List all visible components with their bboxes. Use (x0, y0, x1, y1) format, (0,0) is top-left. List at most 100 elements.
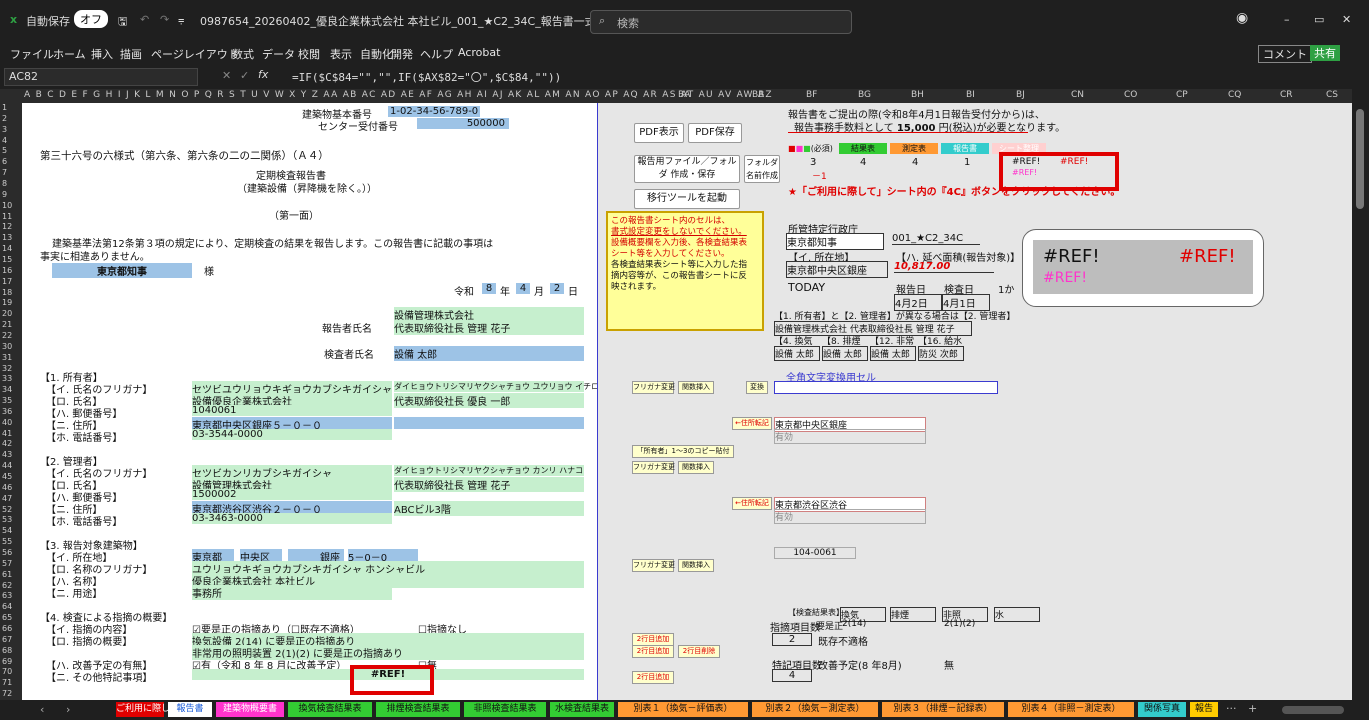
governor-cell[interactable]: 東京都知事 (52, 263, 192, 278)
sheet-tab-5[interactable]: 非照検査結果表 (464, 702, 546, 717)
folder-name-button[interactable]: フォルダ 名前作成 (744, 155, 780, 183)
sheet-tab-11[interactable]: 関係写真 (1138, 702, 1186, 717)
kana-change-button[interactable]: フリガナ変更 (632, 381, 675, 394)
row-header-4[interactable]: 4 (2, 136, 7, 147)
mgr-addr2[interactable]: ABCビル3階 (394, 501, 584, 516)
row-header-40[interactable]: 40 (2, 418, 12, 429)
del-row-button[interactable]: 2行目削除 (678, 645, 720, 658)
row-header-5[interactable]: 5 (2, 146, 7, 157)
add-row-button-3[interactable]: 2行目追加 (632, 671, 674, 684)
mgr-addr-post-button[interactable]: ←住所転記 (732, 497, 772, 510)
row-header-46[interactable]: 46 (2, 483, 12, 494)
row-header-67[interactable]: 67 (2, 635, 12, 646)
center-no[interactable]: 500000 (417, 118, 509, 129)
row-header-17[interactable]: 17 (2, 277, 12, 288)
minimize-icon[interactable]: – (1284, 13, 1290, 26)
cancel-icon[interactable]: ✕ (222, 69, 231, 82)
tab-insert[interactable]: 挿入 (91, 46, 113, 62)
mgr-zip[interactable]: 1500002 (192, 489, 392, 500)
row-header-32[interactable]: 32 (2, 364, 12, 375)
formula-input[interactable]: =IF($C$84="","",IF($AX$82="〇",$C$84,"")) (292, 69, 561, 85)
row-header-16[interactable]: 16 (2, 266, 12, 277)
tab-view[interactable]: 表示 (330, 46, 352, 62)
row-header-11[interactable]: 11 (2, 212, 12, 223)
row-header-1[interactable]: 1 (2, 103, 7, 114)
col-bb[interactable]: BB (752, 90, 764, 100)
col-ba[interactable]: BA (678, 90, 690, 100)
comment-button[interactable]: コメント (1258, 45, 1312, 63)
sheet-tab-9[interactable]: 別表３（排煙－記録表） (882, 702, 1004, 717)
sheet-tab-6[interactable]: 水検査結果表 (550, 702, 614, 717)
create-folder-button[interactable]: 報告用ファイル／フォルダ 作成・保存 (634, 155, 740, 183)
row-header-36[interactable]: 36 (2, 407, 12, 418)
row-header-2[interactable]: 2 (2, 114, 7, 125)
account-icon[interactable]: ◉ (1236, 10, 1248, 26)
sheet-tab-2[interactable]: 建築物概要書 (216, 702, 284, 717)
row-header-41[interactable]: 41 (2, 429, 12, 440)
add-row-button-2[interactable]: 2行目追加 (632, 645, 674, 658)
bldg-kana-change-button[interactable]: フリガナ変更 (632, 559, 675, 572)
sheet-tab-10[interactable]: 別表４（非照－測定表） (1008, 702, 1134, 717)
sheet-tab-7[interactable]: 別表１（換気－評価表） (618, 702, 748, 717)
row-header-19[interactable]: 19 (2, 298, 12, 309)
owner-addr2[interactable] (394, 417, 584, 429)
tab-developer[interactable]: 開発 (391, 46, 413, 62)
col-bg[interactable]: BG (858, 90, 871, 100)
inspector-name[interactable]: 設備 太郎 (394, 346, 584, 361)
col-co[interactable]: CO (1124, 90, 1137, 100)
add-sheet-icon[interactable]: + (1248, 702, 1257, 715)
mgr-tel[interactable]: 03-3463-0000 (192, 513, 392, 524)
row-header-14[interactable]: 14 (2, 244, 12, 255)
sheet-tab-12[interactable]: 報告 (1190, 702, 1218, 717)
tab-scroll-right-icon[interactable]: › (66, 703, 70, 716)
row-header-20[interactable]: 20 (2, 309, 12, 320)
row-header-47[interactable]: 47 (2, 494, 12, 505)
reporter-name[interactable]: 代表取締役社長 管理 花子 (394, 320, 584, 335)
enter-icon[interactable]: ✓ (240, 69, 249, 82)
row-header-12[interactable]: 12 (2, 222, 12, 233)
col-cn[interactable]: CN (1071, 90, 1084, 100)
row-header-55[interactable]: 55 (2, 537, 12, 548)
tab-review[interactable]: 校閲 (298, 46, 320, 62)
col-cs[interactable]: CS (1326, 90, 1338, 100)
row-header-10[interactable]: 10 (2, 201, 12, 212)
tab-help[interactable]: ヘルプ (420, 46, 453, 62)
tab-acrobat[interactable]: Acrobat (458, 46, 500, 59)
row-header-43[interactable]: 43 (2, 450, 12, 461)
row-header-65[interactable]: 65 (2, 613, 12, 624)
maximize-icon[interactable]: ▭ (1314, 13, 1324, 26)
row-header-53[interactable]: 53 (2, 515, 12, 526)
scroll-thumb[interactable] (1356, 109, 1364, 209)
owner-zip[interactable]: 1040061 (192, 405, 392, 416)
tab-home[interactable]: ホーム (53, 46, 86, 62)
close-icon[interactable]: ✕ (1342, 13, 1351, 26)
day-cell[interactable]: 2 (550, 283, 564, 294)
row-header-6[interactable]: 6 (2, 157, 7, 168)
sheet-tab-1[interactable]: 報告書 (168, 702, 212, 717)
mgr-name2[interactable]: 代表取締役社長 管理 花子 (394, 477, 584, 492)
owner-kana2[interactable]: ダイヒョウトリシマリヤクシャチョウ ユウリョウ イチロウ (394, 381, 607, 392)
row-header-64[interactable]: 64 (2, 602, 12, 613)
col-cr[interactable]: CR (1280, 90, 1293, 100)
name-box[interactable]: AC82 (4, 68, 198, 86)
row-header-9[interactable]: 9 (2, 190, 7, 201)
row-header-69[interactable]: 69 (2, 657, 12, 668)
row-header-66[interactable]: 66 (2, 624, 12, 635)
row-header-44[interactable]: 44 (2, 461, 12, 472)
row-header-52[interactable]: 52 (2, 505, 12, 516)
bldg-insert-func-button[interactable]: 関数挿入 (678, 559, 714, 572)
sheet-tab-8[interactable]: 別表２（換気－測定表） (752, 702, 878, 717)
fx-icon[interactable]: fx (258, 68, 268, 81)
row-header-22[interactable]: 22 (2, 331, 12, 342)
row-header-54[interactable]: 54 (2, 526, 12, 537)
row-header-30[interactable]: 30 (2, 342, 12, 353)
bldg-no-cells[interactable]: 1-02-34-56-789-0 (388, 106, 481, 117)
vertical-scrollbar[interactable] (1352, 89, 1369, 700)
col-bf[interactable]: BF (806, 90, 817, 100)
row-header-33[interactable]: 33 (2, 374, 12, 385)
month-cell[interactable]: 4 (516, 283, 530, 294)
search-input[interactable]: ⌕ 検索 (590, 10, 852, 34)
col-bh[interactable]: BH (911, 90, 924, 100)
row-header-63[interactable]: 63 (2, 591, 12, 602)
pdf-save-button[interactable]: PDF保存 (688, 123, 742, 143)
